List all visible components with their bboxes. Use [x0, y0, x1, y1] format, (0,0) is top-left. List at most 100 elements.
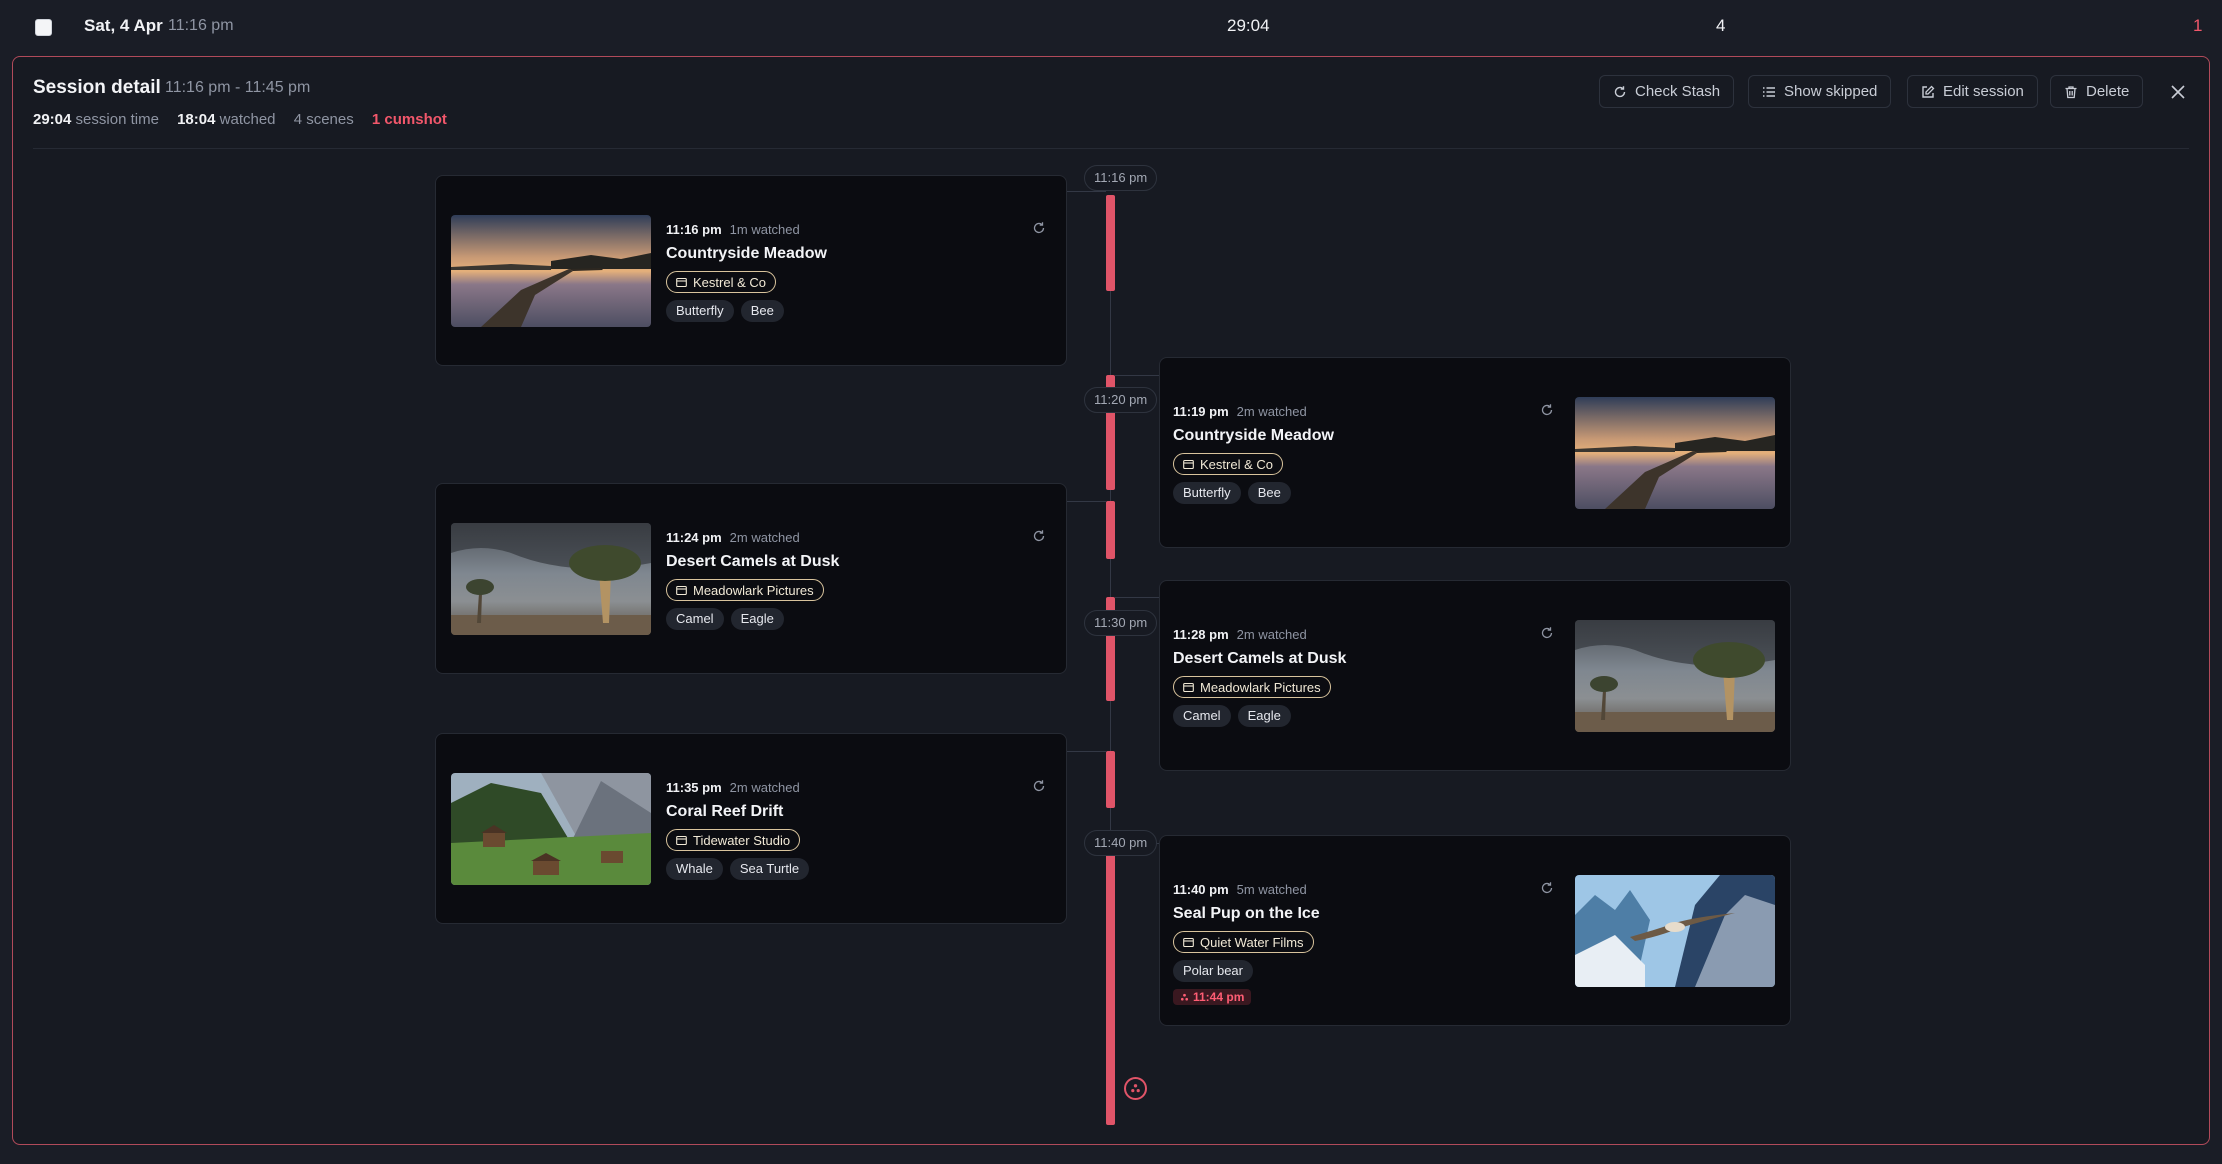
studio-name: Kestrel & Co: [1200, 456, 1273, 472]
tag-chip[interactable]: Bee: [1247, 482, 1291, 504]
delete-button[interactable]: Delete: [2050, 75, 2144, 108]
tag-chip[interactable]: Sea Turtle: [729, 858, 810, 880]
studio-badge[interactable]: Kestrel & Co: [1173, 453, 1283, 475]
session-scene-count: 4: [1716, 16, 1726, 35]
list-icon: [1763, 86, 1775, 97]
edit-icon: [1922, 85, 1935, 98]
studio-badge[interactable]: Quiet Water Films: [1173, 931, 1314, 953]
watched-label: watched: [219, 111, 276, 128]
close-icon[interactable]: [2169, 83, 2187, 101]
edit-session-label: Edit session: [1943, 83, 2024, 100]
scene-thumbnail[interactable]: [1575, 620, 1775, 732]
show-skipped-button[interactable]: Show skipped: [1748, 75, 1892, 108]
entry-watched: 1m watched: [729, 222, 800, 237]
scene-card[interactable]: 11:16 pm 1m watched Countryside Meadow Ke…: [435, 175, 1067, 366]
entry-watched: 2m watched: [729, 780, 800, 795]
session-time-value: 29:04: [33, 111, 72, 128]
tag-chip[interactable]: Camel: [666, 608, 724, 630]
refresh-icon[interactable]: [1032, 779, 1046, 793]
time-marker: 11:20 pm: [1084, 387, 1158, 413]
check-stash-button[interactable]: Check Stash: [1599, 75, 1735, 108]
session-duration: 29:04: [1227, 16, 1270, 35]
session-event-count: 1: [2193, 16, 2203, 35]
tag-chip[interactable]: Whale: [666, 858, 723, 880]
entry-watched: 5m watched: [1236, 882, 1307, 897]
tag-chip[interactable]: Polar bear: [1173, 960, 1253, 982]
scene-title[interactable]: Countryside Meadow: [666, 245, 827, 263]
entry-time: 11:24 pm: [666, 530, 722, 545]
studio-name: Tidewater Studio: [693, 832, 791, 848]
scene-thumbnail[interactable]: [1575, 875, 1775, 987]
scene-title[interactable]: Coral Reef Drift: [666, 803, 809, 821]
entry-time: 11:19 pm: [1173, 404, 1229, 419]
scene-card[interactable]: 11:28 pm 2m watched Desert Camels at Dusk…: [1159, 580, 1791, 771]
scene-title[interactable]: Desert Camels at Dusk: [1173, 650, 1346, 668]
studio-name: Meadowlark Pictures: [693, 582, 814, 598]
scene-card[interactable]: 11:19 pm 2m watched Countryside Meadow Ke…: [1159, 357, 1791, 548]
watch-bar: [1106, 195, 1115, 291]
connector: [1066, 501, 1106, 502]
scene-card[interactable]: 11:35 pm 2m watched Coral Reef Drift Tide…: [435, 733, 1067, 924]
show-skipped-label: Show skipped: [1784, 83, 1878, 100]
tag-chip[interactable]: Eagle: [730, 608, 784, 630]
studio-badge[interactable]: Kestrel & Co: [666, 271, 776, 293]
scene-thumbnail[interactable]: [451, 215, 651, 327]
refresh-icon[interactable]: [1032, 221, 1046, 235]
refresh-icon[interactable]: [1540, 881, 1554, 895]
studio-badge[interactable]: Tidewater Studio: [666, 829, 801, 851]
scene-count: 4 scenes: [293, 111, 354, 128]
entry-time: 11:35 pm: [666, 780, 722, 795]
row-checkbox[interactable]: [35, 19, 52, 36]
folder-icon: [1183, 937, 1194, 947]
watched-value: 18:04: [177, 111, 216, 128]
tag-chip[interactable]: Butterfly: [666, 300, 734, 322]
scene-thumbnail[interactable]: [451, 773, 651, 885]
entry-time: 11:28 pm: [1173, 627, 1229, 642]
time-marker: 11:16 pm: [1084, 165, 1158, 191]
session-detail-panel: Session detail 11:16 pm - 11:45 pm 29:04…: [12, 56, 2210, 1145]
scene-thumbnail[interactable]: [451, 523, 651, 635]
connector: [1066, 191, 1106, 192]
tag-chip[interactable]: Butterfly: [1173, 482, 1241, 504]
session-row[interactable]: Sat, 4 Apr 11:16 pm 29:04 4 1: [0, 0, 2222, 54]
entry-watched: 2m watched: [1236, 404, 1307, 419]
folder-icon: [676, 835, 687, 845]
studio-name: Meadowlark Pictures: [1200, 679, 1321, 695]
scene-title[interactable]: Seal Pup on the Ice: [1173, 905, 1320, 923]
scene-thumbnail[interactable]: [1575, 397, 1775, 509]
folder-icon: [676, 585, 687, 595]
trash-icon: [2065, 85, 2077, 98]
edit-session-button[interactable]: Edit session: [1907, 75, 2038, 108]
studio-badge[interactable]: Meadowlark Pictures: [666, 579, 824, 601]
folder-icon: [676, 277, 687, 287]
entry-time: 11:16 pm: [666, 222, 722, 237]
entry-watched: 2m watched: [1236, 627, 1307, 642]
cumshot-marker-icon: [1124, 1077, 1147, 1100]
studio-name: Kestrel & Co: [693, 274, 766, 290]
tag-chip[interactable]: Bee: [740, 300, 784, 322]
session-date: Sat, 4 Apr: [84, 16, 163, 35]
panel-title: Session detail: [33, 77, 161, 98]
refresh-icon[interactable]: [1032, 529, 1046, 543]
watch-bar: [1106, 501, 1115, 559]
session-stats: 29:04 session time 18:04 watched 4 scene…: [33, 111, 447, 128]
tag-chip[interactable]: Eagle: [1237, 705, 1291, 727]
connector: [1066, 751, 1106, 752]
event-count: 1 cumshot: [371, 111, 447, 128]
refresh-icon[interactable]: [1540, 626, 1554, 640]
refresh-icon[interactable]: [1540, 403, 1554, 417]
refresh-icon: [1614, 85, 1626, 97]
session-start-time: 11:16 pm: [168, 17, 234, 34]
tag-chip[interactable]: Camel: [1173, 705, 1231, 727]
delete-label: Delete: [2086, 83, 2130, 100]
session-time-label: session time: [75, 111, 159, 128]
event-badge: 11:44 pm: [1173, 989, 1252, 1005]
folder-icon: [1183, 682, 1194, 692]
watch-bar: [1106, 843, 1115, 1125]
scene-card[interactable]: 11:40 pm 5m watched Seal Pup on the Ice Q…: [1159, 835, 1791, 1026]
scene-title[interactable]: Countryside Meadow: [1173, 427, 1334, 445]
time-marker: 11:40 pm: [1084, 830, 1158, 856]
studio-badge[interactable]: Meadowlark Pictures: [1173, 676, 1331, 698]
scene-title[interactable]: Desert Camels at Dusk: [666, 553, 839, 571]
scene-card[interactable]: 11:24 pm 2m watched Desert Camels at Dusk…: [435, 483, 1067, 674]
